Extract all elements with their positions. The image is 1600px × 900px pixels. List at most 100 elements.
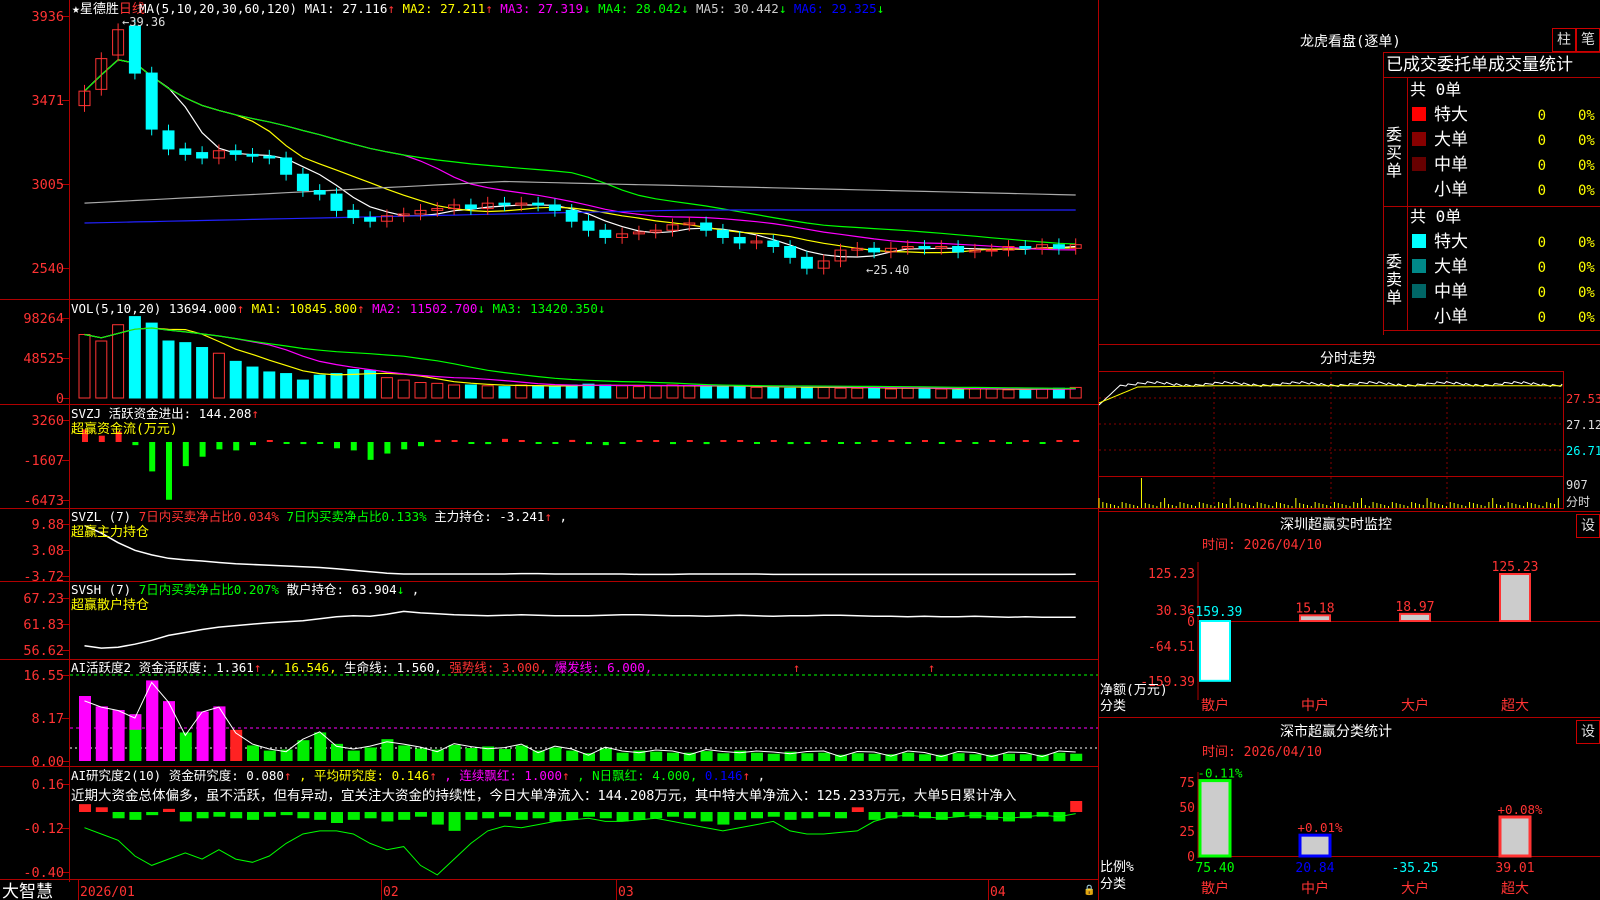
- volume-bar: [380, 377, 393, 399]
- axis-label: -1607: [23, 453, 64, 469]
- axis-label: 98264: [23, 311, 64, 327]
- candle-body: [868, 247, 881, 253]
- volume-panel[interactable]: 98264485250 VOL(5,10,20) 13694.000↑ MA1:…: [23, 301, 1082, 407]
- ai-research-bar: [247, 812, 259, 820]
- ai-activity-bar: [515, 745, 528, 761]
- candlestick-series[interactable]: [78, 19, 1082, 275]
- ai-research-bar: [431, 812, 444, 825]
- order-color-swatch: [1412, 234, 1426, 248]
- sz-monitor-unit: 净额(万元): [1100, 683, 1168, 698]
- price-axis: 3936 3471 3005 2540: [31, 9, 69, 277]
- order-side-label: 卖: [1386, 270, 1402, 289]
- svsh-panel[interactable]: 67.23 61.83 56.62 SVSH (7) 7日内买卖净占比0.207% …: [23, 582, 1076, 659]
- lock-icon[interactable]: 🔒: [1083, 884, 1095, 896]
- tab-tick-view[interactable]: 笔: [1576, 28, 1600, 52]
- ai-research-bar: [583, 812, 595, 817]
- ai-research-bar: [314, 812, 327, 820]
- volume-bar: [330, 373, 343, 399]
- legend-arrow-icon: ↓: [877, 1, 885, 16]
- ai-research-bar: [667, 812, 679, 817]
- volume-bar: [733, 386, 746, 399]
- sz-axis-label: 125.23: [1148, 567, 1195, 582]
- legend-arrow-icon: ↓: [681, 1, 689, 16]
- ai-research-bar: [79, 804, 91, 812]
- candle-body: [716, 229, 729, 238]
- legend-item: AI活跃度2: [71, 660, 131, 675]
- order-row-count: 0: [1538, 285, 1546, 301]
- sz-classify-panel[interactable]: 深市超赢分类统计 时间: 2026/04/10 7550250 -0.11%75…: [1100, 723, 1600, 897]
- svzj-bar: [972, 442, 979, 444]
- svzl-axis: 9.88 3.08 -3.72: [23, 517, 69, 585]
- legend-separator: [291, 768, 299, 783]
- intraday-axis-label: 26.71: [1566, 444, 1600, 458]
- ai-activity-bar: [549, 747, 562, 761]
- axis-label: 48525: [23, 351, 64, 367]
- svzj-panel[interactable]: 3260 -1607 -6473 SVZJ 活跃资金进出: 144.208↑ 超赢资…: [23, 406, 1080, 509]
- volume-bar: [851, 387, 864, 399]
- ai-activity-bar: [868, 753, 881, 761]
- legend-item: ,: [412, 582, 420, 597]
- ai-research-bar: [650, 812, 663, 819]
- sz-monitor-panel[interactable]: 深圳超赢实时监控 时间: 2026/04/10 125.2330.360-64.…: [1100, 516, 1600, 714]
- ai-activity-bar: [969, 754, 982, 761]
- candle-body: [313, 190, 326, 195]
- tab-bar-view[interactable]: 柱: [1552, 28, 1576, 52]
- ai-research-line: [84, 813, 1076, 876]
- ai-research-bar: [835, 812, 847, 819]
- svzj-bar: [502, 438, 508, 442]
- svzj-bar: [418, 442, 424, 447]
- cls-bar: [1498, 815, 1532, 858]
- svzj-bar: [384, 442, 391, 454]
- volume-bar: [414, 382, 427, 399]
- ai-research-bar: [448, 812, 461, 831]
- svzj-bar: [518, 440, 525, 442]
- ai-research-bar: [734, 812, 747, 820]
- ai-research-bar: [280, 812, 293, 816]
- legend-item: 7日内买卖净占比0.133%: [286, 509, 427, 524]
- order-row-pct: 0%: [1578, 108, 1595, 124]
- ai-research-panel[interactable]: 0.16 -0.12 -0.40 AI研究度2(10) 资金研究度: 0.080↑ …: [23, 768, 1083, 881]
- intraday-panel[interactable]: 分时走势 27.53 27.12 26.71 907 分时: [1098, 351, 1600, 509]
- ai-research-bar: [196, 812, 209, 819]
- svzj-bar: [888, 440, 895, 442]
- volume-bar: [280, 373, 293, 399]
- axis-label: 67.23: [23, 591, 64, 607]
- axis-label: 3260: [31, 413, 64, 429]
- sz-monitor-category: 超大: [1501, 698, 1529, 714]
- volume-bar: [649, 385, 662, 399]
- intraday-volume: [1098, 478, 1559, 508]
- legend-item: MA1: 10845.800: [252, 301, 357, 316]
- svzj-bar: [938, 442, 945, 444]
- volume-bar: [448, 384, 461, 399]
- svzj-bar: [989, 440, 996, 442]
- legend-item: MA3: 13420.350: [492, 301, 597, 316]
- volume-bar: [212, 352, 225, 399]
- ai-activity-panel[interactable]: 16.558.170.00 AI活跃度2 资金活跃度: 1.361↑ , 16.…: [23, 660, 1098, 770]
- axis-label: -0.12: [23, 821, 64, 837]
- order-row-label: 特大: [1434, 232, 1468, 252]
- volume-bar: [1019, 389, 1032, 399]
- ai-research-bar: [398, 812, 411, 820]
- ai-research-bar: [801, 812, 814, 819]
- candle-body: [330, 193, 343, 211]
- legend-separator: [750, 768, 758, 783]
- chart-canvas[interactable]: 3936347130052540 ★星德胜日线 MA(5,10,20,30,60…: [0, 0, 1600, 900]
- legend-item: SVZL (7): [71, 509, 131, 524]
- ai-activity-bar: [415, 748, 427, 761]
- volume-bar: [834, 387, 847, 399]
- order-side-label: 委: [1386, 252, 1402, 271]
- ai-activity-bar: [448, 744, 461, 761]
- candle-body: [800, 256, 813, 269]
- sz-monitor-title: 深圳超赢实时监控: [1280, 516, 1392, 533]
- sz-monitor-settings-button[interactable]: 设: [1576, 514, 1600, 538]
- longhu-panel[interactable]: 龙虎看盘(逐单) 已成交委托单成交量统计 共 0单委买单特大 0 0%大单 0 0%中单…: [1300, 33, 1600, 335]
- sz-classify-settings-button[interactable]: 设: [1576, 720, 1600, 744]
- legend-arrow-icon: ↑: [237, 301, 245, 316]
- price-panel[interactable]: 3936347130052540 ★星德胜日线 MA(5,10,20,30,60…: [31, 1, 1082, 277]
- volume-bar: [935, 388, 948, 399]
- legend-separator: [786, 1, 794, 16]
- svzl-panel[interactable]: 9.88 3.08 -3.72 SVZL (7) 7日内买卖净占比0.034% 7日…: [23, 509, 1076, 585]
- sz-monitor-value: 18.97: [1395, 600, 1434, 615]
- ai-research-bar: [112, 812, 125, 819]
- volume-bar: [582, 383, 595, 399]
